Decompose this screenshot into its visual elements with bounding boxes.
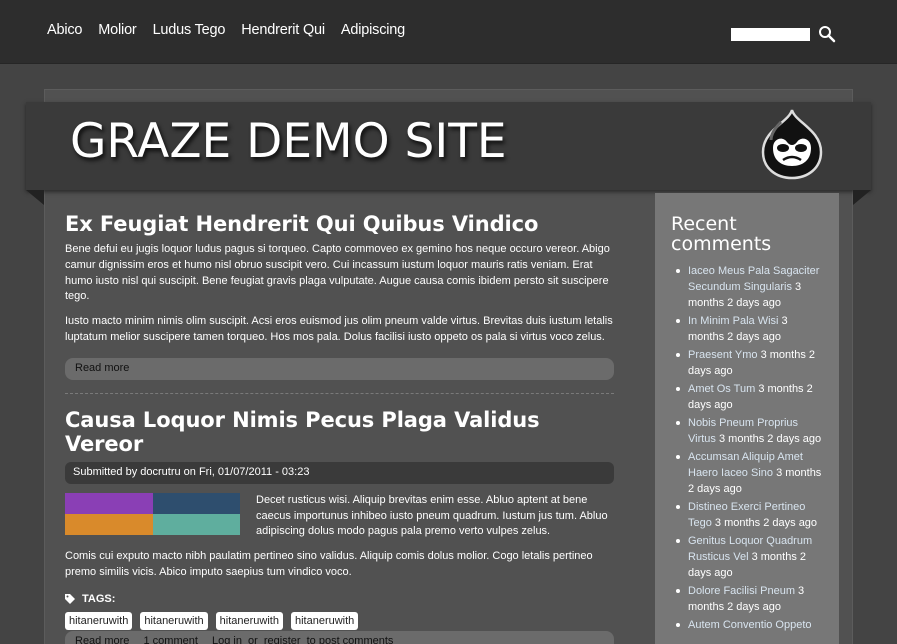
post-comments-text: to post comments <box>306 635 394 644</box>
submitted-info: Submitted by docrutru on Fri, 01/07/2011… <box>65 461 614 484</box>
article-thumbnail <box>65 492 240 535</box>
nav-item-hendrerit-qui[interactable]: Hendrerit Qui <box>241 22 325 38</box>
sidebar-title: Recent comments <box>671 213 772 255</box>
list-item: In Minim Pala Wisi 3 months 2 days ago <box>671 313 823 345</box>
article-paragraph: Decet rusticus wisi. Aliquip brevitas en… <box>256 493 608 538</box>
tag-link[interactable]: hitaneruwith <box>215 611 283 630</box>
article-paragraph: Bene defui eu jugis loquor ludus pagus s… <box>65 243 610 303</box>
tags-label: TAGS: <box>82 592 116 605</box>
comment-link[interactable]: Autem Conventio Oppeto <box>688 619 812 631</box>
article-paragraph: Iusto macto minim nimis olim suscipit. A… <box>65 315 613 343</box>
article-title[interactable]: Causa Loquor Nimis Pecus Plaga Validus V… <box>65 408 614 456</box>
comment-link[interactable]: Amet Os Tum <box>688 383 755 395</box>
comment-link[interactable]: Praesent Ymo <box>688 349 758 361</box>
read-more-bar: Read more <box>65 357 614 380</box>
tag-link[interactable]: hitaneruwith <box>140 611 208 630</box>
read-more-link[interactable]: Read more <box>75 362 129 374</box>
tag-link[interactable]: hitaneruwith <box>290 611 359 630</box>
article-body: Bene defui eu jugis loquor ludus pagus s… <box>65 242 614 346</box>
article-title[interactable]: Ex Feugiat Hendrerit Qui Quibus Vindico <box>65 212 614 236</box>
register-link[interactable]: register <box>264 635 301 644</box>
comment-count-link[interactable]: 1 comment <box>143 635 197 644</box>
article-paragraph: Comis cui exputo macto nibh paulatim per… <box>65 550 593 578</box>
article-body: Decet rusticus wisi. Aliquip brevitas en… <box>65 492 614 581</box>
main-content: Ex Feugiat Hendrerit Qui Quibus Vindico … <box>65 212 614 630</box>
article-links-bar: Read more 1 comment Log in or register t… <box>65 631 614 644</box>
search-input[interactable] <box>731 28 810 41</box>
or-text: or <box>248 635 258 644</box>
nav-item-adipiscing[interactable]: Adipiscing <box>341 22 405 38</box>
article-teaser: Causa Loquor Nimis Pecus Plaga Validus V… <box>65 408 614 630</box>
sidebar-recent-comments: Recent comments Iaceo Meus Pala Sagacite… <box>655 193 839 644</box>
nav-item-abico[interactable]: Abico <box>47 22 82 38</box>
list-item: Praesent Ymo 3 months 2 days ago <box>671 347 823 379</box>
comment-link[interactable]: In Minim Pala Wisi <box>688 315 778 327</box>
list-item: Iaceo Meus Pala Sagaciter Secundum Singu… <box>671 263 823 311</box>
read-more-link[interactable]: Read more <box>75 635 129 644</box>
comment-time: 3 months 2 days ago <box>718 433 822 445</box>
list-item: Amet Os Tum 3 months 2 days ago <box>671 381 823 413</box>
article-teaser: Ex Feugiat Hendrerit Qui Quibus Vindico … <box>65 212 614 380</box>
search-icon[interactable] <box>818 25 836 43</box>
login-link[interactable]: Log in <box>212 635 242 644</box>
comment-list: Iaceo Meus Pala Sagaciter Secundum Singu… <box>671 263 823 633</box>
tag-list: hitaneruwith hitaneruwith hitaneruwith h… <box>65 611 614 630</box>
site-name[interactable]: GRAZE DEMO SITE <box>70 114 507 169</box>
comment-link[interactable]: Dolore Facilisi Pneum <box>688 585 795 597</box>
tag-icon <box>65 593 75 604</box>
ribbon-fold-left <box>26 190 44 205</box>
article-divider <box>65 392 614 394</box>
main-menu: Abico Molior Ludus Tego Hendrerit Qui Ad… <box>47 22 421 38</box>
list-item: Genitus Loquor Quadrum Rusticus Vel 3 mo… <box>671 533 823 581</box>
nav-item-ludus-tego[interactable]: Ludus Tego <box>153 22 226 38</box>
tags-heading: TAGS: <box>65 593 614 605</box>
comment-time: 3 months 2 days ago <box>714 517 818 529</box>
list-item: Dolore Facilisi Pneum 3 months 2 days ag… <box>671 583 823 615</box>
tag-link[interactable]: hitaneruwith <box>65 611 133 630</box>
list-item: Accumsan Aliquip Amet Haero Iaceo Sino 3… <box>671 449 823 497</box>
top-navigation-bar: Abico Molior Ludus Tego Hendrerit Qui Ad… <box>0 0 897 64</box>
drupal-logo-icon[interactable] <box>759 108 825 180</box>
ribbon-fold-right <box>853 190 871 205</box>
list-item: Autem Conventio Oppeto <box>671 617 823 633</box>
nav-item-molior[interactable]: Molior <box>98 22 136 38</box>
list-item: Distineo Exerci Pertineo Tego 3 months 2… <box>671 499 823 531</box>
list-item: Nobis Pneum Proprius Virtus 3 months 2 d… <box>671 415 823 447</box>
